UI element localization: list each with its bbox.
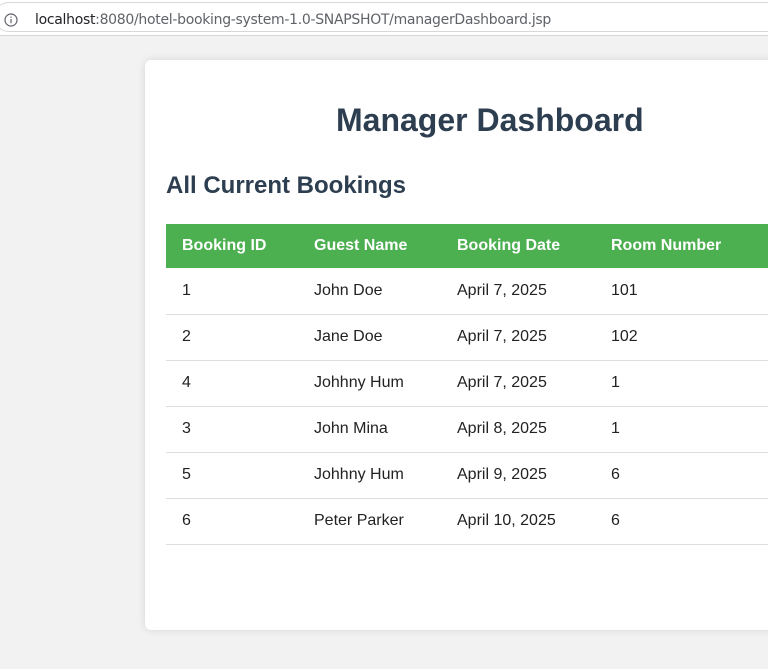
- booking-date-cell: April 7, 2025: [441, 314, 595, 361]
- info-circle-icon[interactable]: [4, 13, 18, 27]
- guest-name-cell: Peter Parker: [298, 498, 441, 545]
- table-row: 1 John Doe April 7, 2025 101: [166, 268, 768, 315]
- column-header-room-number: Room Number: [595, 224, 768, 268]
- column-header-booking-id: Booking ID: [166, 224, 298, 268]
- table-row: 2 Jane Doe April 7, 2025 102: [166, 314, 768, 361]
- column-header-guest-name: Guest Name: [298, 224, 441, 268]
- booking-id-cell: 5: [166, 452, 298, 499]
- url-field[interactable]: localhost:8080/hotel-booking-system-1.0-…: [0, 2, 768, 32]
- url-text[interactable]: localhost:8080/hotel-booking-system-1.0-…: [35, 12, 551, 28]
- guest-name-cell: Jane Doe: [298, 314, 441, 361]
- booking-date-cell: April 7, 2025: [441, 360, 595, 407]
- room-number-cell: 101: [595, 268, 768, 315]
- booking-id-cell: 6: [166, 498, 298, 545]
- booking-date-cell: April 9, 2025: [441, 452, 595, 499]
- page-title: Manager Dashboard: [336, 102, 644, 138]
- column-header-booking-date: Booking Date: [441, 224, 595, 268]
- booking-date-cell: April 10, 2025: [441, 498, 595, 545]
- table-header-row: Booking ID Guest Name Booking Date Room …: [166, 224, 768, 268]
- room-number-cell: 6: [595, 452, 768, 499]
- booking-id-cell: 2: [166, 314, 298, 361]
- booking-id-cell: 3: [166, 406, 298, 453]
- table-row: 5 Johhny Hum April 9, 2025 6: [166, 452, 768, 499]
- booking-id-cell: 4: [166, 360, 298, 407]
- guest-name-cell: Johhny Hum: [298, 452, 441, 499]
- bookings-table: Booking ID Guest Name Booking Date Room …: [166, 224, 768, 545]
- guest-name-cell: Johhny Hum: [298, 360, 441, 407]
- guest-name-cell: John Mina: [298, 406, 441, 453]
- booking-date-cell: April 8, 2025: [441, 406, 595, 453]
- url-host: localhost: [35, 12, 96, 28]
- table-row: 4 Johhny Hum April 7, 2025 1: [166, 360, 768, 407]
- room-number-cell: 1: [595, 406, 768, 453]
- browser-address-bar: localhost:8080/hotel-booking-system-1.0-…: [0, 0, 768, 36]
- url-path: :8080/hotel-booking-system-1.0-SNAPSHOT/…: [95, 12, 551, 28]
- room-number-cell: 102: [595, 314, 768, 361]
- guest-name-cell: John Doe: [298, 268, 441, 315]
- table-row: 3 John Mina April 8, 2025 1: [166, 406, 768, 453]
- room-number-cell: 6: [595, 498, 768, 545]
- room-number-cell: 1: [595, 360, 768, 407]
- table-row: 6 Peter Parker April 10, 2025 6: [166, 498, 768, 545]
- booking-id-cell: 1: [166, 268, 298, 315]
- booking-date-cell: April 7, 2025: [441, 268, 595, 315]
- section-title: All Current Bookings: [166, 172, 407, 199]
